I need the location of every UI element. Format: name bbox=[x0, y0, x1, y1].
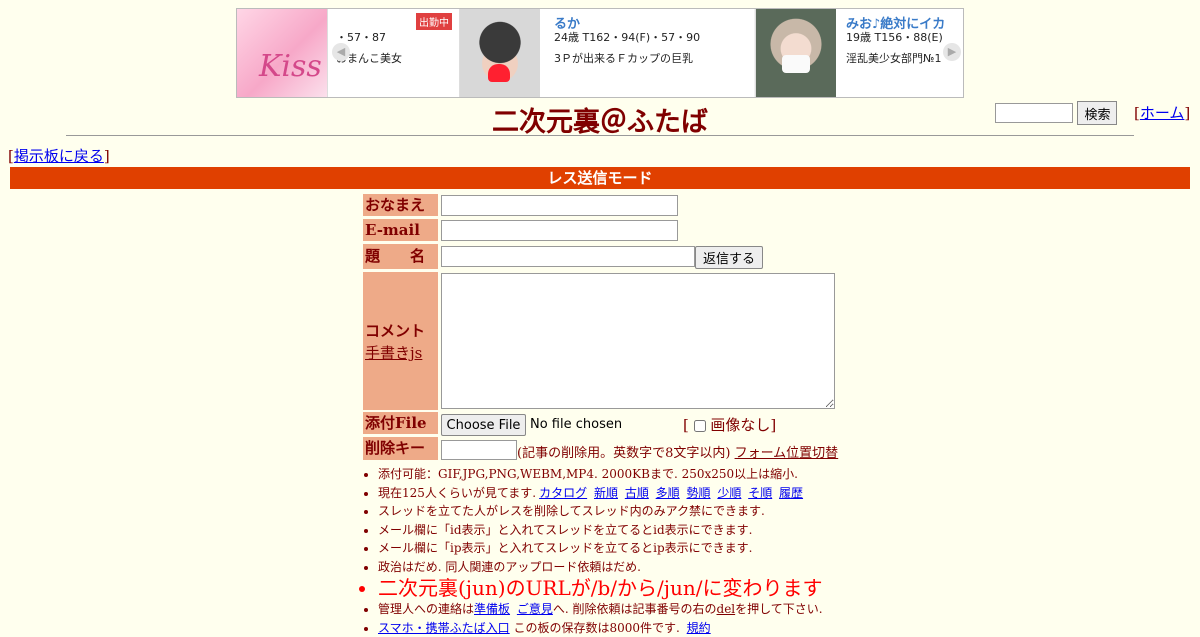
no-image-option: [ 画像なし] bbox=[683, 414, 776, 435]
ad-card-desc: 3Ｐが出来るＦカップの巨乳 bbox=[554, 50, 693, 66]
ad-prev-arrow-icon[interactable]: ◀ bbox=[332, 43, 350, 61]
ad-next-arrow-icon[interactable]: ▶ bbox=[943, 43, 961, 61]
subject-input[interactable] bbox=[441, 246, 695, 267]
ad-logo-text: Kiss bbox=[259, 49, 322, 84]
note-text: メール欄に「id表示」と入れてスレッドを立てるとid表示にできます. bbox=[378, 523, 753, 537]
comment-textarea[interactable] bbox=[441, 273, 835, 409]
sort-many-link[interactable]: 多順 bbox=[656, 486, 680, 500]
header-divider bbox=[66, 135, 1134, 136]
ad-card-photo bbox=[460, 9, 540, 97]
list-item: 管理人への連絡は準備板 ご意見へ. 削除依頼は記事番号の右のdelを押して下さい… bbox=[378, 600, 823, 619]
no-image-checkbox[interactable] bbox=[694, 420, 706, 432]
sort-momentum-link[interactable]: 勢順 bbox=[687, 486, 711, 500]
ad-banner[interactable]: Kiss ・57・87 おまんこ美女 出勤中 ◀ るか 24歳 T162・94(… bbox=[236, 8, 964, 98]
list-item: 現在125人くらいが見てます.カタログ 新順 古順 多順 勢順 少順 そ順 履歴 bbox=[378, 484, 823, 503]
board-notes-list: 添付可能：GIF,JPG,PNG,WEBM,MP4. 2000KBまで. 250… bbox=[363, 465, 823, 637]
del-label: del bbox=[717, 602, 736, 616]
list-item: 政治はだめ. 同人関連のアップロード依頼はだめ. bbox=[378, 558, 823, 577]
comment-label-cell: コメント 手書きjs bbox=[363, 272, 438, 410]
viewer-count-text: 現在125人くらいが見てます. bbox=[378, 486, 536, 500]
ad-logo[interactable]: Kiss bbox=[237, 9, 327, 97]
note-text: を押して下さい. bbox=[735, 602, 822, 616]
name-input[interactable] bbox=[441, 195, 678, 216]
rules-link[interactable]: 規約 bbox=[687, 621, 711, 635]
back-to-board-link[interactable]: 掲示板に戻る bbox=[14, 147, 104, 165]
comment-label: コメント bbox=[365, 320, 425, 341]
no-image-label: 画像なし bbox=[710, 416, 770, 434]
prep-board-link[interactable]: 準備板 bbox=[474, 602, 510, 616]
ad-card[interactable]: みお♪絶対にイカ 19歳 T156・88(E) 淫乱美少女部門№1 bbox=[755, 9, 964, 97]
catalog-link[interactable]: カタログ bbox=[539, 486, 587, 500]
note-text: この板の保存数は8000件です. bbox=[513, 621, 679, 635]
ad-card-spec: 19歳 T156・88(E) bbox=[846, 29, 943, 45]
note-text: 管理人への連絡は bbox=[378, 602, 474, 616]
submit-reply-button[interactable]: 返信する bbox=[695, 246, 763, 269]
sort-so-link[interactable]: そ順 bbox=[748, 486, 772, 500]
sort-new-link[interactable]: 新順 bbox=[594, 486, 618, 500]
url-change-notice: 二次元裏(jun)のURLが/b/から/jun/に変わります bbox=[378, 576, 822, 600]
delete-key-input[interactable] bbox=[441, 440, 517, 460]
search-button[interactable]: 検索 bbox=[1077, 101, 1117, 125]
list-item: メール欄に「id表示」と入れてスレッドを立てるとid表示にできます. bbox=[378, 521, 823, 540]
name-label: おなまえ bbox=[363, 194, 438, 216]
ad-card-photo bbox=[756, 9, 836, 97]
mobile-entrance-link[interactable]: スマホ・携帯ふたば入口 bbox=[378, 621, 510, 635]
no-file-text: No file chosen bbox=[530, 417, 622, 432]
note-text: メール欄に「ip表示」と入れてスレッドを立てるとip表示にできます. bbox=[378, 541, 753, 555]
search-input[interactable] bbox=[995, 103, 1073, 123]
ad-card[interactable]: るか 24歳 T162・94(F)・57・90 3Ｐが出来るＦカップの巨乳 bbox=[459, 9, 754, 97]
history-link[interactable]: 履歴 bbox=[779, 486, 803, 500]
home-link-wrapper: [ホーム] bbox=[1134, 102, 1190, 123]
feedback-link[interactable]: ご意見 bbox=[517, 602, 553, 616]
list-item: 添付可能：GIF,JPG,PNG,WEBM,MP4. 2000KBまで. 250… bbox=[378, 465, 823, 484]
sort-few-link[interactable]: 少順 bbox=[717, 486, 741, 500]
reply-mode-bar: レス送信モード bbox=[10, 167, 1190, 189]
back-link-wrapper: [掲示板に戻る] bbox=[8, 145, 110, 166]
handwrite-js-link[interactable]: 手書きjs bbox=[365, 342, 422, 363]
list-item: スレッドを立てた人がレスを削除してスレッド内のみアク禁にできます. bbox=[378, 502, 823, 521]
delete-key-note-text: (記事の削除用。英数字で8文字以内) bbox=[517, 446, 730, 461]
sort-old-link[interactable]: 古順 bbox=[625, 486, 649, 500]
email-input[interactable] bbox=[441, 220, 678, 241]
note-text: 政治はだめ. 同人関連のアップロード依頼はだめ. bbox=[378, 560, 641, 574]
note-text: へ. 削除依頼は記事番号の右の bbox=[553, 602, 717, 616]
email-label: E-mail bbox=[363, 219, 438, 241]
subject-label: 題 名 bbox=[363, 244, 438, 269]
form-position-toggle-link[interactable]: フォーム位置切替 bbox=[735, 446, 839, 461]
ad-card-desc: 淫乱美少女部門№1 bbox=[846, 50, 941, 66]
file-label: 添付File bbox=[363, 412, 438, 434]
choose-file-button[interactable]: Choose File bbox=[441, 414, 526, 436]
delete-key-note: (記事の削除用。英数字で8文字以内) フォーム位置切替 bbox=[517, 442, 838, 461]
ad-card-spec: 24歳 T162・94(F)・57・90 bbox=[554, 29, 700, 45]
home-link[interactable]: ホーム bbox=[1140, 104, 1185, 122]
ad-status-badge: 出勤中 bbox=[416, 13, 452, 30]
search-form: 検索 bbox=[995, 101, 1117, 125]
note-text: スレッドを立てた人がレスを削除してスレッド内のみアク禁にできます. bbox=[378, 504, 765, 518]
list-item: スマホ・携帯ふたば入口 この板の保存数は8000件です. 規約 bbox=[378, 619, 823, 637]
list-item: メール欄に「ip表示」と入れてスレッドを立てるとip表示にできます. bbox=[378, 539, 823, 558]
list-item: 二次元裏(jun)のURLが/b/から/jun/に変わります bbox=[378, 576, 823, 600]
note-text: 添付可能：GIF,JPG,PNG,WEBM,MP4. 2000KBまで. 250… bbox=[378, 467, 798, 481]
delete-key-label: 削除キー bbox=[363, 437, 438, 460]
